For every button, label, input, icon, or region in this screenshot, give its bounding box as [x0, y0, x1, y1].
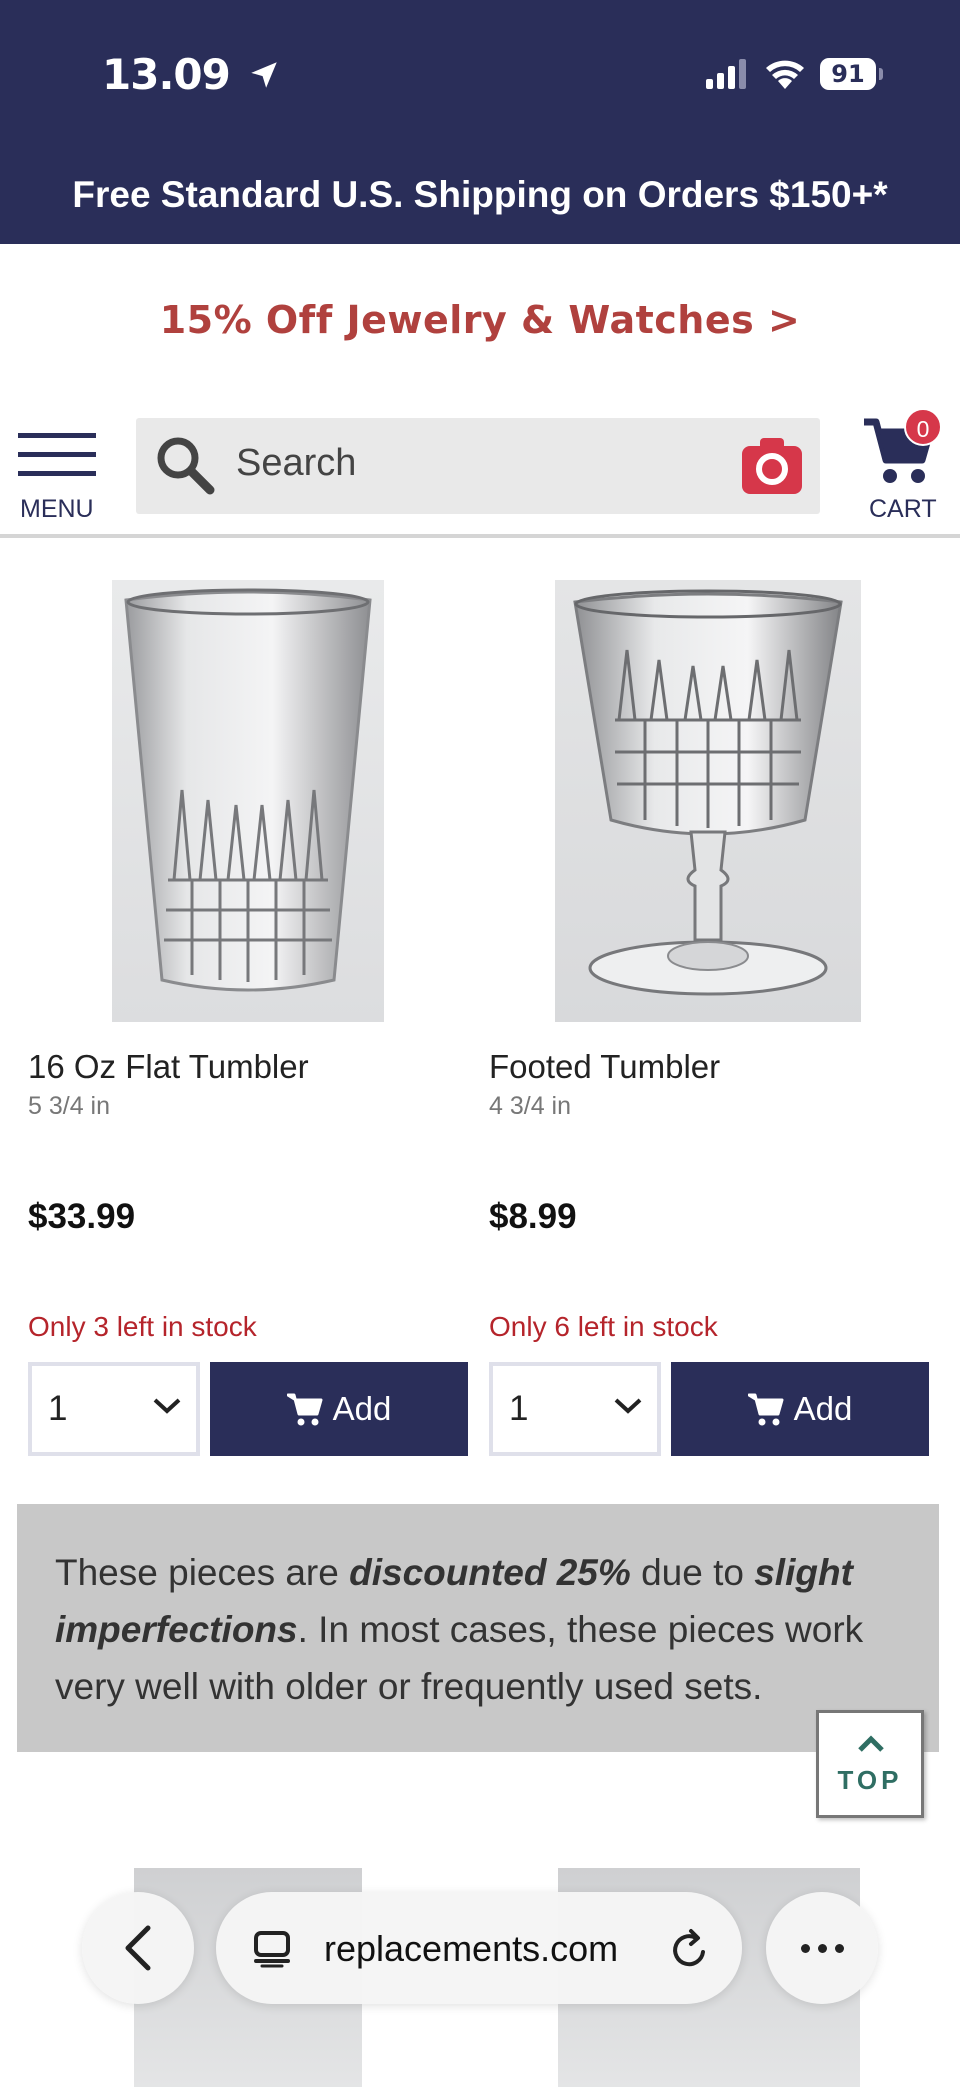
product-image[interactable]	[555, 580, 861, 1022]
cellular-signal-icon	[706, 59, 746, 89]
more-icon	[800, 1943, 810, 1953]
add-to-cart-button[interactable]: Add	[671, 1362, 929, 1456]
search-icon	[157, 437, 215, 495]
cart-label: CART	[869, 495, 937, 523]
site-header: MENU Search 0 CART	[0, 400, 960, 538]
add-to-cart-button[interactable]: Add	[210, 1362, 468, 1456]
browser-back-button[interactable]	[82, 1892, 194, 2004]
stock-status: Only 6 left in stock	[489, 1311, 718, 1342]
menu-button[interactable]	[18, 433, 98, 490]
quantity-value: 1	[48, 1389, 68, 1428]
discount-notice: These pieces are discounted 25% due to s…	[17, 1504, 939, 1752]
notice-emphasis: discounted 25%	[349, 1552, 631, 1593]
chevron-up-icon	[858, 1735, 884, 1752]
status-indicators: 91	[706, 58, 883, 90]
status-time: 13.09	[102, 50, 281, 99]
add-button-label: Add	[793, 1390, 853, 1427]
time-text: 13.09	[102, 50, 231, 99]
chevron-left-icon	[125, 1925, 151, 1971]
cart-count-badge: 0	[904, 408, 942, 446]
location-arrow-icon	[251, 62, 278, 88]
notice-text: These pieces are	[55, 1552, 350, 1593]
chevron-down-icon	[614, 1398, 642, 1414]
menu-label: MENU	[20, 495, 94, 523]
status-bar: 13.09 91	[0, 0, 960, 152]
add-button-label: Add	[332, 1390, 392, 1427]
chevron-down-icon	[153, 1398, 181, 1414]
quantity-select[interactable]: 1	[28, 1362, 200, 1456]
browser-toolbar: replacements.com	[0, 1880, 960, 2020]
cart-icon	[747, 1393, 784, 1426]
battery-indicator: 91	[820, 58, 883, 90]
back-to-top-button[interactable]: TOP	[816, 1710, 924, 1818]
product-price: $33.99	[28, 1197, 136, 1236]
product-image[interactable]	[112, 580, 384, 1022]
product-name[interactable]: 16 Oz Flat Tumbler	[28, 1048, 309, 1086]
wifi-icon	[766, 60, 804, 89]
top-label: TOP	[837, 1765, 903, 1795]
stock-status: Only 3 left in stock	[28, 1311, 257, 1342]
quantity-value: 1	[509, 1389, 529, 1428]
product-name[interactable]: Footed Tumbler	[489, 1048, 720, 1086]
hamburger-icon	[18, 433, 98, 476]
search-input[interactable]: Search	[136, 418, 820, 514]
tabs-icon	[254, 1931, 290, 1968]
quantity-select[interactable]: 1	[489, 1362, 661, 1456]
address-bar[interactable]: replacements.com	[216, 1892, 742, 2004]
shipping-banner[interactable]: Free Standard U.S. Shipping on Orders $1…	[0, 152, 960, 244]
camera-icon[interactable]	[742, 436, 802, 494]
promo-bar: 15% Off Jewelry & Watches >	[0, 244, 960, 400]
reload-icon[interactable]	[670, 1928, 710, 1970]
cart-icon	[286, 1393, 323, 1426]
promo-link[interactable]: 15% Off Jewelry & Watches >	[160, 298, 801, 342]
notice-text: due to	[630, 1552, 755, 1593]
search-placeholder: Search	[236, 442, 357, 484]
url-text: replacements.com	[324, 1928, 619, 1969]
product-price: $8.99	[489, 1197, 577, 1236]
more-options-button[interactable]	[766, 1892, 878, 2004]
product-size: 5 3/4 in	[28, 1092, 111, 1120]
product-size: 4 3/4 in	[489, 1092, 572, 1120]
